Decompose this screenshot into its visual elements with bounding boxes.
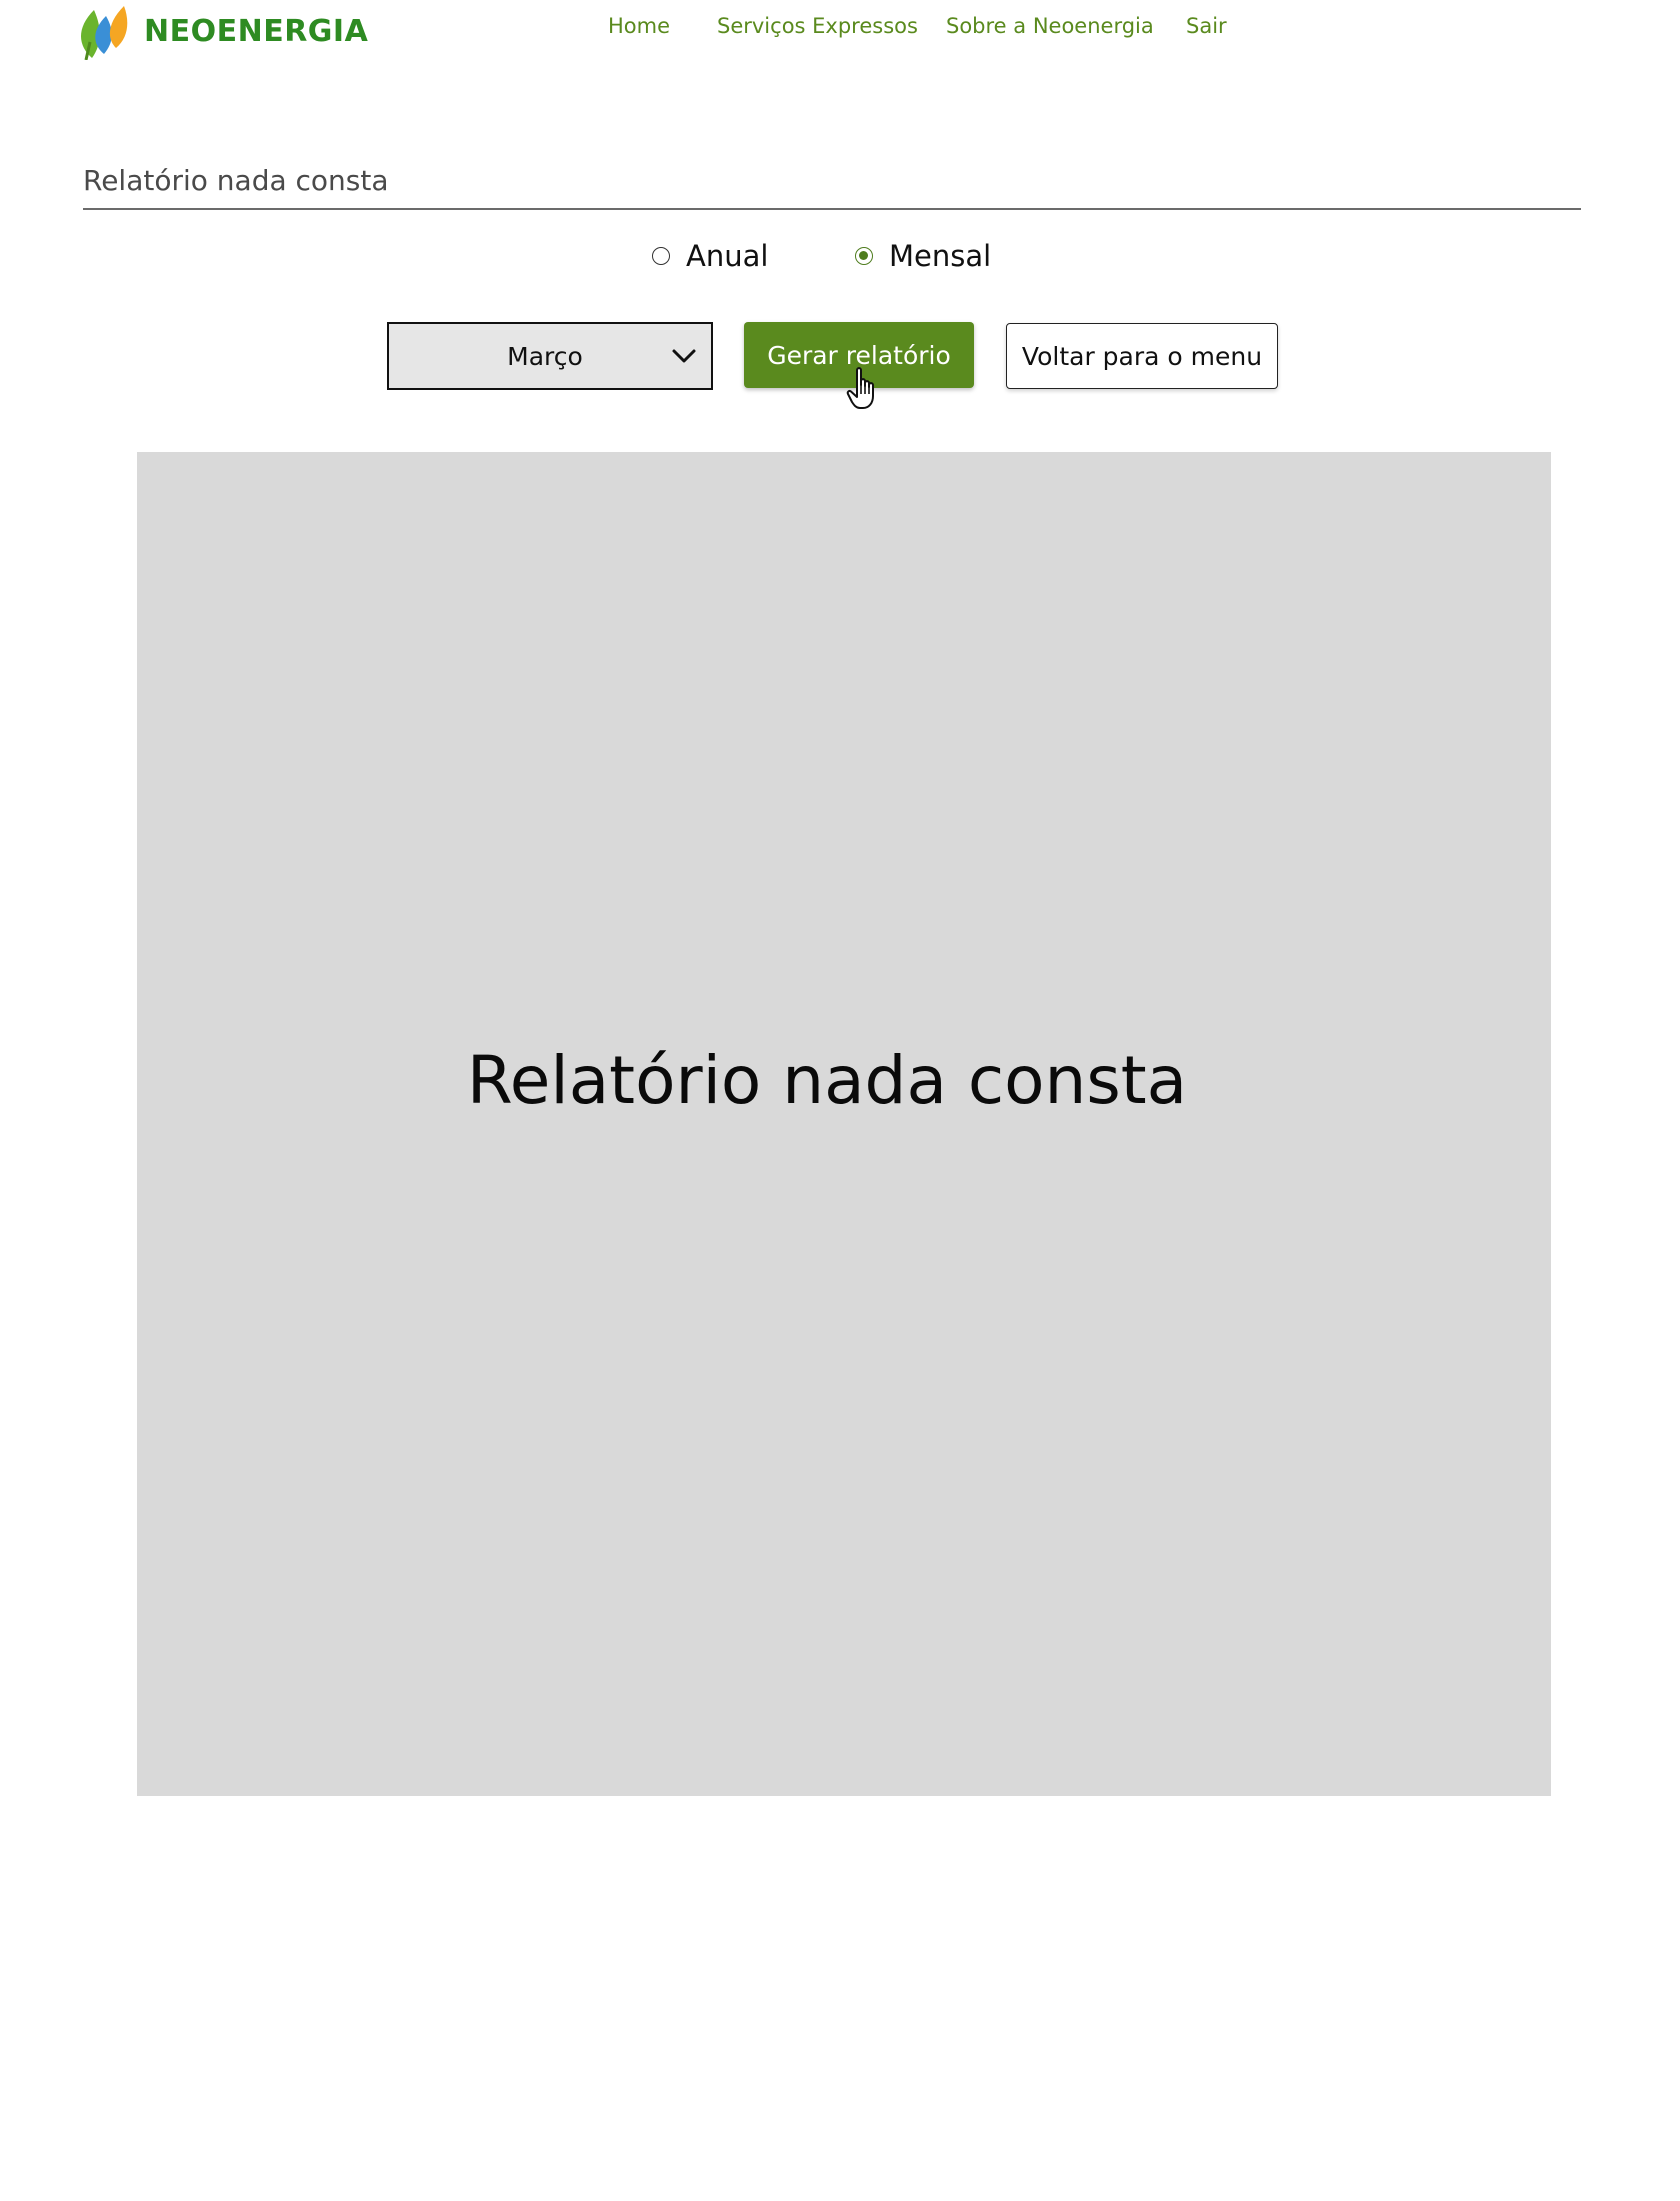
radio-anual[interactable]: Anual	[652, 238, 768, 274]
nav-link-servicos-expressos[interactable]: Serviços Expressos	[717, 14, 918, 38]
radio-anual-label: Anual	[686, 239, 769, 273]
back-to-menu-label: Voltar para o menu	[1021, 341, 1263, 371]
month-select-value: Março	[507, 341, 583, 371]
main-nav: Home Serviços Expressos Sobre a Neoenerg…	[0, 14, 1680, 44]
report-preview: Relatório nada consta	[137, 452, 1551, 1796]
nav-link-home[interactable]: Home	[608, 14, 670, 38]
chevron-down-icon	[672, 349, 696, 363]
report-preview-text: Relatório nada consta	[466, 1042, 1188, 1119]
title-divider	[83, 208, 1581, 210]
month-select[interactable]: Março	[387, 322, 713, 390]
back-to-menu-button[interactable]: Voltar para o menu	[1006, 323, 1278, 389]
page-title: Relatório nada consta	[83, 164, 389, 197]
nav-link-sobre-neoenergia[interactable]: Sobre a Neoenergia	[946, 14, 1154, 38]
radio-anual-circle[interactable]	[652, 247, 670, 265]
radio-mensal-label: Mensal	[889, 239, 992, 273]
radio-mensal[interactable]: Mensal	[855, 238, 991, 274]
nav-link-sair[interactable]: Sair	[1186, 14, 1227, 38]
radio-mensal-circle[interactable]	[855, 247, 873, 265]
hand-pointer-icon	[846, 367, 874, 409]
